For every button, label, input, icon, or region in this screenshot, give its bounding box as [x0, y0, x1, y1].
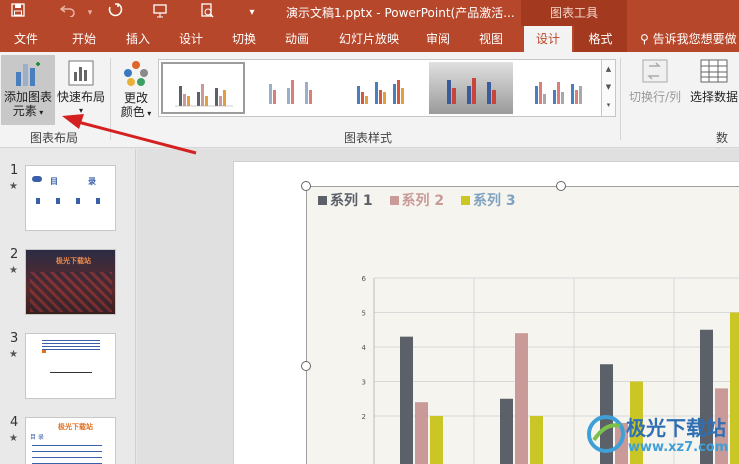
- watermark-text: 极光下载站: [626, 416, 726, 440]
- watermark: 极光下载站 www.xz7.com: [586, 410, 736, 460]
- watermark-url: www.xz7.com: [628, 440, 729, 455]
- watermark-logo-icon: [587, 415, 625, 453]
- annotation-arrow: [62, 114, 197, 155]
